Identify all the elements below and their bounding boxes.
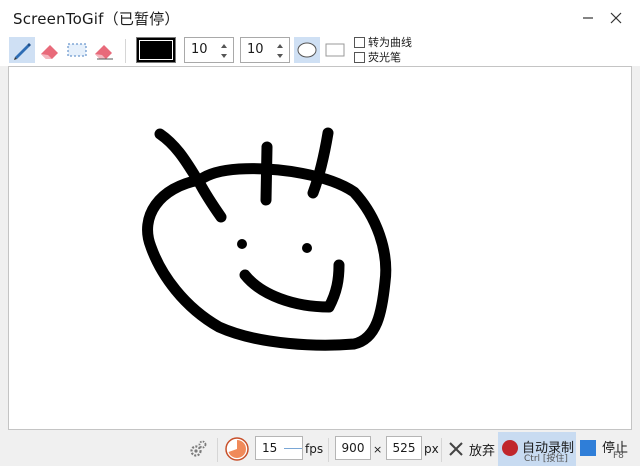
- pen-tool-button[interactable]: [9, 37, 35, 63]
- increment-icon[interactable]: [219, 41, 229, 51]
- toolbar-separator: [125, 39, 126, 63]
- record-shortcut: Ctrl [按住]: [524, 454, 568, 464]
- ellipse-tip-button[interactable]: [294, 37, 320, 63]
- width-input[interactable]: 900: [335, 436, 371, 460]
- fps-value: 15: [262, 441, 278, 455]
- stop-shortcut: F8: [613, 451, 624, 461]
- stroke-eraser-tool-button[interactable]: [91, 37, 117, 63]
- frame-rate-indicator: [224, 436, 250, 462]
- pen-width-value: 10: [191, 42, 208, 57]
- fps-slider-track: [284, 447, 302, 449]
- smile-stroke: [239, 259, 345, 313]
- color-picker[interactable]: [136, 37, 176, 63]
- right-eye: [302, 243, 312, 253]
- gears-icon: [190, 440, 207, 457]
- status-separator: [328, 438, 329, 462]
- close-button[interactable]: [604, 6, 628, 30]
- minimize-button[interactable]: [576, 6, 600, 30]
- decrement-icon[interactable]: [275, 51, 285, 61]
- height-value: 525: [392, 441, 416, 455]
- left-eye: [237, 239, 247, 249]
- pen-icon: [14, 43, 31, 60]
- close-icon: [610, 12, 622, 24]
- pen-width-stepper[interactable]: 10: [184, 37, 234, 63]
- window-title: ScreenToGif（已暂停）: [13, 10, 180, 28]
- eraser-tool-button[interactable]: [37, 37, 63, 63]
- discard-button[interactable]: 放弃: [447, 436, 495, 462]
- fit-to-curve-checkbox[interactable]: [354, 36, 365, 48]
- pen-height-stepper[interactable]: 10: [240, 37, 290, 63]
- close-icon: [449, 442, 463, 456]
- fit-to-curve-option[interactable]: 转为曲线: [354, 35, 412, 49]
- highlighter-checkbox[interactable]: [354, 51, 365, 63]
- rectangle-icon: [325, 43, 345, 57]
- fps-unit: fps: [305, 442, 324, 456]
- stop-icon: [580, 440, 596, 456]
- height-input[interactable]: 525: [386, 436, 422, 460]
- px-unit: px: [424, 442, 439, 456]
- status-separator: [441, 438, 442, 462]
- status-bar: 15 fps 900 × 525 px 放弃 自动录制 Ctrl [按住] 停止…: [0, 432, 640, 466]
- ellipse-icon: [297, 42, 317, 58]
- decrement-icon[interactable]: [219, 51, 229, 61]
- middle-hair-stroke: [260, 141, 273, 206]
- increment-icon[interactable]: [275, 41, 285, 51]
- eraser-icon: [41, 45, 58, 59]
- rectangle-tip-button[interactable]: [322, 37, 348, 63]
- stroke-eraser-icon: [95, 45, 113, 60]
- pen-height-value: 10: [247, 42, 264, 57]
- selection-tool-button[interactable]: [64, 37, 90, 63]
- status-separator: [217, 438, 218, 462]
- highlighter-label: 荧光笔: [368, 51, 401, 64]
- dimension-times: ×: [373, 442, 383, 456]
- record-button[interactable]: 自动录制 Ctrl [按住]: [498, 432, 576, 466]
- highlighter-option[interactable]: 荧光笔: [354, 50, 401, 64]
- face-drawing: [142, 127, 392, 351]
- options-button[interactable]: [188, 436, 208, 462]
- width-value: 900: [341, 441, 365, 455]
- record-icon: [502, 440, 518, 456]
- timer-icon: [225, 437, 249, 461]
- toolbar: 10 10 转为曲线 荧光笔: [0, 36, 640, 66]
- selection-icon: [67, 43, 87, 57]
- minimize-icon: [583, 17, 593, 19]
- title-bar: ScreenToGif（已暂停）: [0, 0, 640, 36]
- fps-input[interactable]: 15: [255, 436, 303, 460]
- discard-label: 放弃: [469, 443, 496, 459]
- fit-to-curve-label: 转为曲线: [368, 36, 412, 49]
- drawing-canvas[interactable]: [8, 66, 632, 430]
